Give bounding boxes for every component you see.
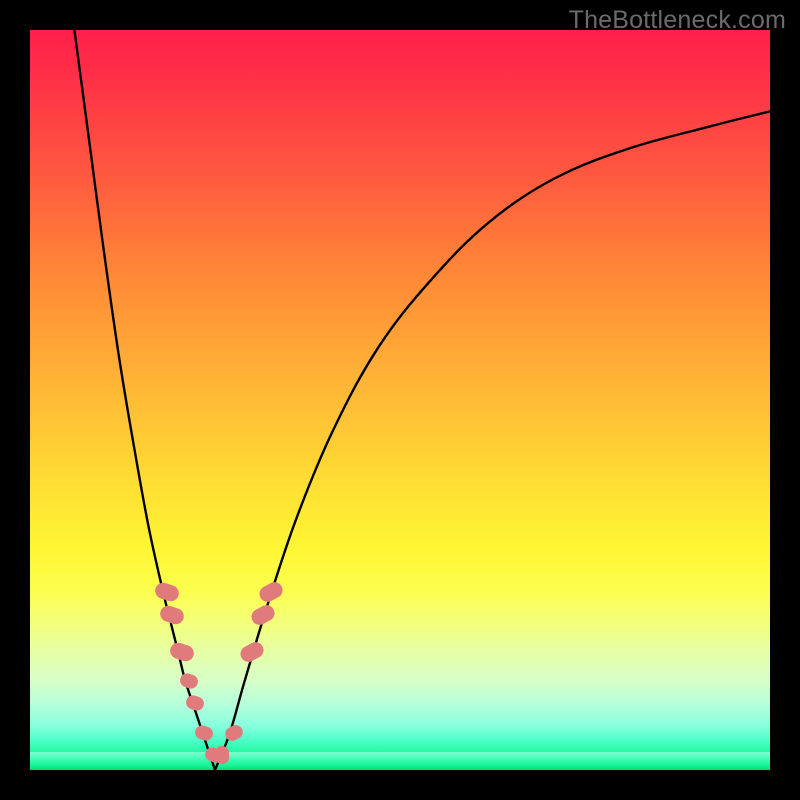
data-marker — [215, 746, 229, 764]
watermark-text: TheBottleneck.com — [569, 6, 786, 35]
plot-area — [30, 30, 770, 770]
bottom-green-band — [30, 752, 770, 770]
chart-frame: TheBottleneck.com — [0, 0, 800, 800]
gradient-background — [30, 30, 770, 770]
